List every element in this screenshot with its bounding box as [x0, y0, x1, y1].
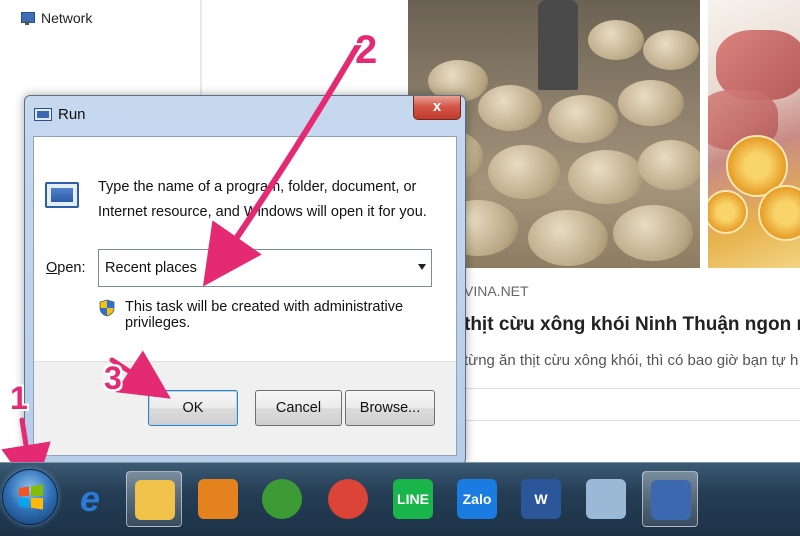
internet-explorer-icon: e: [79, 478, 101, 519]
article-headline[interactable]: thịt cừu xông khói Ninh Thuận ngon nứt: [464, 314, 800, 336]
open-combobox[interactable]: [98, 249, 432, 287]
word-icon: W: [521, 479, 561, 519]
taskbar-item[interactable]: [642, 471, 698, 527]
open-label: Open:: [46, 260, 86, 276]
run-title: Run: [58, 106, 86, 123]
taskbar-item[interactable]: LINE: [385, 471, 441, 527]
windows-logo-icon: [19, 484, 43, 510]
taskbar-item[interactable]: [578, 471, 634, 527]
run-dialog: Run x Type the name of a program, folder…: [24, 95, 466, 465]
coc-coc-browser-icon: [262, 479, 302, 519]
annotation-step-3: 3: [104, 360, 122, 396]
taskbar-item[interactable]: [190, 471, 246, 527]
run-description: Type the name of a program, folder, docu…: [98, 179, 427, 220]
taskbar-item[interactable]: [320, 471, 376, 527]
run-button-bar: OK Cancel Browse...: [34, 361, 456, 455]
run-client-area: Type the name of a program, folder, docu…: [33, 136, 457, 456]
close-button[interactable]: x: [413, 96, 461, 120]
run-program-icon: [45, 182, 79, 208]
ok-button[interactable]: OK: [148, 390, 238, 426]
start-button[interactable]: [2, 469, 58, 525]
admin-privileges-note: This task will be created with administr…: [125, 299, 404, 331]
sidebar-item-label: Network: [41, 10, 93, 26]
taskbar-item[interactable]: [254, 471, 310, 527]
smoked-lamb-photo: [708, 0, 800, 268]
article-source: VINA.NET: [464, 283, 529, 299]
article-divider: [464, 420, 800, 421]
taskbar-item[interactable]: [126, 471, 182, 527]
cancel-button[interactable]: Cancel: [255, 390, 342, 426]
uac-shield-icon: [99, 299, 115, 317]
taskbar: e LINE Zalo W: [0, 462, 800, 536]
run-title-icon: [34, 108, 52, 121]
taskbar-item[interactable]: W: [513, 471, 569, 527]
file-explorer-icon: [135, 480, 175, 520]
article-divider: [464, 388, 800, 389]
sidebar-item-network[interactable]: Network: [20, 10, 92, 26]
article-snippet: từng ăn thịt cừu xông khói, thì có bao g…: [464, 352, 799, 369]
taskbar-item[interactable]: e: [62, 471, 118, 527]
media-player-icon: [198, 479, 238, 519]
article-card[interactable]: VINA.NET thịt cừu xông khói Ninh Thuận n…: [408, 0, 800, 462]
line-icon: LINE: [393, 479, 433, 519]
network-icon: [20, 10, 36, 26]
taskbar-item[interactable]: Zalo: [449, 471, 505, 527]
chrome-icon: [328, 479, 368, 519]
annotation-step-1: 1: [10, 380, 28, 416]
run-titlebar[interactable]: Run x: [25, 96, 465, 134]
run-icon: [651, 480, 691, 520]
chevron-down-icon[interactable]: [418, 264, 426, 270]
annotation-step-2: 2: [355, 28, 378, 72]
open-input[interactable]: [99, 250, 399, 286]
browse-button[interactable]: Browse...: [345, 390, 435, 426]
zalo-icon: Zalo: [457, 479, 497, 519]
paint-icon: [586, 479, 626, 519]
close-icon: x: [432, 98, 442, 115]
